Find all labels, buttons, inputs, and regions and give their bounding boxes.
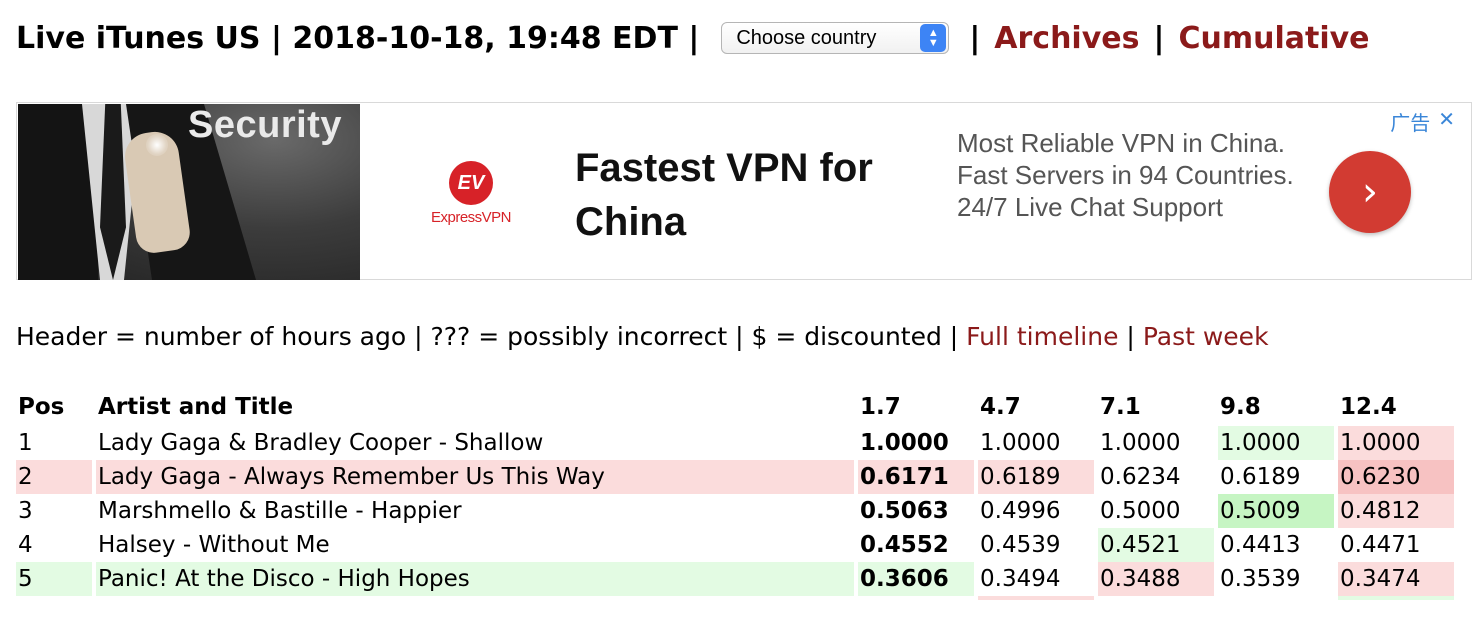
row-pos: 5 bbox=[16, 562, 92, 596]
row-value: 0.6230 bbox=[1338, 460, 1454, 494]
row-cell bbox=[96, 596, 854, 600]
page-header: Live iTunes US | 2018-10-18, 19:48 EDT |… bbox=[16, 14, 1370, 62]
column-header-title: Artist and Title bbox=[98, 394, 294, 420]
row-value: 0.4471 bbox=[1340, 532, 1421, 558]
row-cell bbox=[1338, 596, 1454, 600]
row-value: 1.0000 bbox=[1338, 426, 1454, 460]
column-header-hours: 4.7 bbox=[980, 394, 1021, 420]
row-value: 1.0000 bbox=[980, 430, 1061, 456]
table-row: 4 Halsey - Without Me 0.4552 0.4539 0.45… bbox=[16, 528, 1454, 562]
close-icon[interactable]: ✕ bbox=[1438, 107, 1455, 136]
row-cell bbox=[858, 596, 974, 600]
row-cell bbox=[978, 596, 1094, 600]
header-separator: | bbox=[1153, 20, 1165, 56]
row-value: 0.3539 bbox=[1220, 566, 1301, 592]
column-header-pos: Pos bbox=[18, 394, 65, 420]
row-value: 0.3494 bbox=[980, 566, 1061, 592]
row-value: 1.0000 bbox=[1100, 430, 1181, 456]
ad-body-text[interactable]: Most Reliable VPN in China. Fast Servers… bbox=[957, 127, 1297, 223]
row-cell bbox=[1098, 596, 1214, 600]
row-value: 1.0000 bbox=[1218, 426, 1334, 460]
table-row-partial bbox=[16, 596, 1454, 600]
row-value: 0.4552 bbox=[860, 532, 949, 558]
ad-label: 广告 bbox=[1390, 111, 1431, 135]
row-value: 0.5063 bbox=[860, 498, 949, 524]
column-header-hours: 1.7 bbox=[860, 394, 901, 420]
row-value: 0.4539 bbox=[980, 532, 1061, 558]
row-value: 0.3606 bbox=[858, 562, 974, 596]
row-pos: 4 bbox=[18, 532, 33, 558]
ad-image[interactable]: Security bbox=[18, 104, 360, 280]
table-row: 5 Panic! At the Disco - High Hopes 0.360… bbox=[16, 562, 1454, 596]
row-value: 1.0000 bbox=[860, 430, 949, 456]
row-pos: 3 bbox=[18, 498, 33, 524]
expressvpn-logo-icon: EV bbox=[449, 161, 493, 205]
row-cell bbox=[1218, 596, 1334, 600]
row-title: Panic! At the Disco - High Hopes bbox=[96, 562, 854, 596]
row-value: 0.5009 bbox=[1218, 494, 1334, 528]
row-value: 0.4521 bbox=[1098, 528, 1214, 562]
page-title: Live iTunes US | 2018-10-18, 19:48 EDT | bbox=[16, 20, 700, 56]
row-value: 0.3488 bbox=[1098, 562, 1214, 596]
ad-image-text: Security bbox=[188, 104, 342, 146]
row-title: Lady Gaga - Always Remember Us This Way bbox=[96, 460, 854, 494]
cumulative-link[interactable]: Cumulative bbox=[1178, 21, 1369, 56]
row-pos: 2 bbox=[16, 460, 92, 494]
ad-image-glow bbox=[146, 134, 168, 156]
row-pos: 1 bbox=[18, 430, 33, 456]
ad-headline[interactable]: Fastest VPN for China bbox=[575, 141, 915, 249]
row-value: 0.4996 bbox=[980, 498, 1061, 524]
ad-brand-logo[interactable]: EV ExpressVPN bbox=[421, 161, 521, 226]
table-row: 2 Lady Gaga - Always Remember Us This Wa… bbox=[16, 460, 1454, 494]
row-title: Marshmello & Bastille - Happier bbox=[98, 498, 462, 524]
ad-banner[interactable]: Security EV ExpressVPN Fastest VPN for C… bbox=[16, 102, 1472, 280]
row-value: 0.5000 bbox=[1100, 498, 1181, 524]
row-value: 0.6189 bbox=[1220, 464, 1301, 490]
ad-brand-name: ExpressVPN bbox=[430, 209, 512, 226]
ad-choices[interactable]: 广告 ✕ bbox=[1390, 107, 1455, 136]
row-value: 0.4413 bbox=[1220, 532, 1301, 558]
header-separator: | bbox=[969, 20, 981, 56]
country-select-value: Choose country bbox=[736, 26, 877, 49]
table-row: 3 Marshmello & Bastille - Happier 0.5063… bbox=[16, 494, 1454, 528]
table-row: 1 Lady Gaga & Bradley Cooper - Shallow 1… bbox=[16, 426, 1454, 460]
row-value: 0.4812 bbox=[1338, 494, 1454, 528]
chart-table: Pos Artist and Title 1.7 4.7 7.1 9.8 12.… bbox=[12, 388, 1458, 600]
row-value: 0.6234 bbox=[1100, 464, 1181, 490]
select-arrows-icon: ▲ ▼ bbox=[920, 24, 947, 52]
column-header-hours: 12.4 bbox=[1340, 394, 1397, 420]
ad-arrow-button[interactable]: › bbox=[1329, 151, 1411, 233]
country-select[interactable]: Choose country ▲ ▼ bbox=[721, 22, 950, 54]
legend-line: Header = number of hours ago | ??? = pos… bbox=[16, 322, 1269, 351]
row-value: 0.3474 bbox=[1338, 562, 1454, 596]
row-cell bbox=[16, 596, 92, 600]
legend-text: Header = number of hours ago | ??? = pos… bbox=[16, 322, 959, 351]
legend-separator: | bbox=[1126, 322, 1135, 351]
row-title: Lady Gaga & Bradley Cooper - Shallow bbox=[98, 430, 544, 456]
past-week-link[interactable]: Past week bbox=[1143, 322, 1269, 351]
archives-link[interactable]: Archives bbox=[994, 21, 1139, 56]
row-value: 0.6189 bbox=[978, 460, 1094, 494]
table-header-row: Pos Artist and Title 1.7 4.7 7.1 9.8 12.… bbox=[16, 388, 1454, 426]
row-value: 0.6171 bbox=[858, 460, 974, 494]
column-header-hours: 9.8 bbox=[1220, 394, 1261, 420]
row-title: Halsey - Without Me bbox=[98, 532, 330, 558]
column-header-hours: 7.1 bbox=[1100, 394, 1141, 420]
full-timeline-link[interactable]: Full timeline bbox=[966, 322, 1118, 351]
